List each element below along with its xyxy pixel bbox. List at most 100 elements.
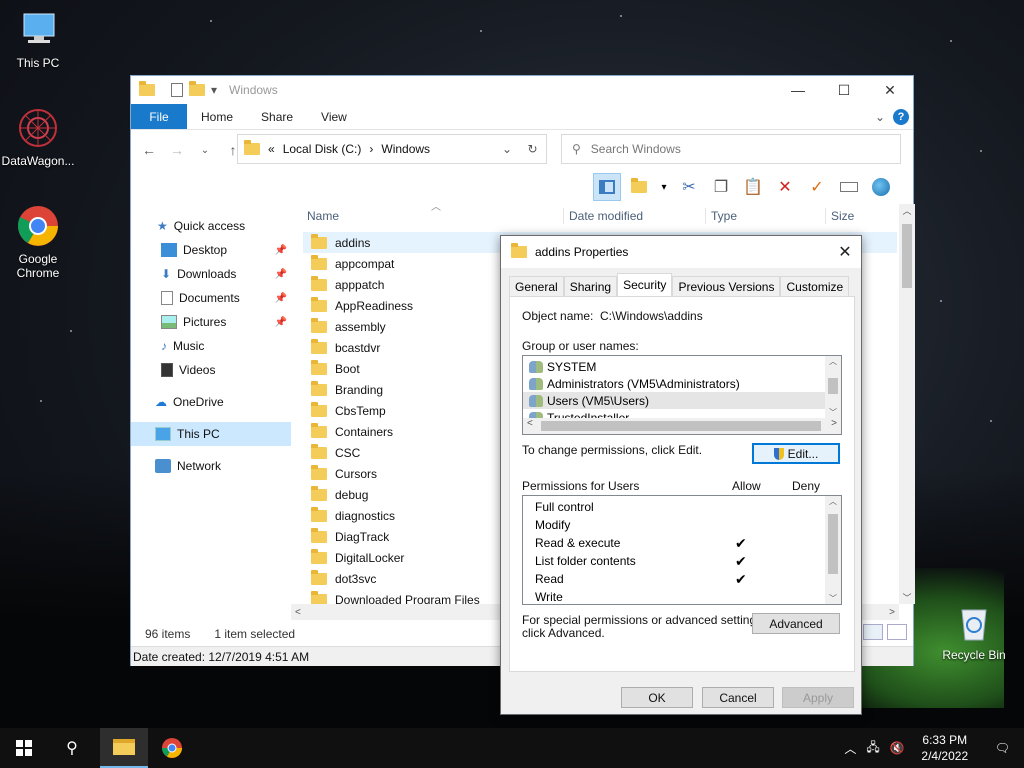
tab-previous-versions[interactable]: Previous Versions (672, 276, 781, 296)
tab-general[interactable]: General (509, 276, 564, 296)
forward-arrow-icon[interactable]: → (165, 142, 189, 158)
sidebar-item-quick-access[interactable]: ★ Quick access (131, 214, 291, 238)
tab-share[interactable]: Share (247, 104, 307, 129)
scroll-right-icon[interactable]: > (831, 418, 837, 434)
scroll-up-icon[interactable]: ︿ (899, 204, 915, 217)
desktop-icon-this-pc[interactable]: This PC (0, 8, 76, 70)
tab-customize[interactable]: Customize (780, 276, 850, 296)
group-list-hscroll[interactable]: < > (523, 418, 841, 434)
group-list-item[interactable]: SYSTEM (523, 358, 841, 375)
tab-home[interactable]: Home (187, 104, 247, 129)
breadcrumb-windows[interactable]: Windows (381, 142, 430, 156)
desktop-icon-recycle-bin[interactable]: Recycle Bin (936, 600, 1012, 662)
tab-file[interactable]: File (131, 104, 187, 129)
scrollbar-thumb[interactable] (902, 224, 912, 288)
copy-icon[interactable]: ❐ (707, 173, 735, 201)
customize-qa-icon[interactable]: ▾ (211, 83, 217, 97)
sidebar-item-downloads[interactable]: ⬇ Downloads 📌 (131, 262, 291, 286)
scrollbar-thumb[interactable] (541, 421, 821, 431)
pin-icon[interactable]: 📌 (275, 269, 287, 280)
sidebar-item-this-pc[interactable]: This PC (131, 422, 291, 446)
recent-locations-icon[interactable]: ⌄ (193, 145, 217, 156)
large-icons-view-icon[interactable] (887, 624, 907, 640)
search-button[interactable]: ⚲ (48, 728, 96, 768)
advanced-button[interactable]: Advanced (752, 613, 840, 634)
cut-icon[interactable]: ✂ (675, 173, 703, 201)
group-list-item[interactable]: Administrators (VM5\Administrators) (523, 375, 841, 392)
vertical-scrollbar[interactable]: ︿ ﹀ (899, 204, 915, 604)
show-hidden-icons-icon[interactable]: ︿ (844, 740, 856, 757)
maximize-button[interactable]: ☐ (821, 76, 867, 104)
sidebar-item-music[interactable]: ♪ Music (131, 334, 291, 358)
sidebar-item-onedrive[interactable]: ☁ OneDrive (131, 390, 291, 414)
dropdown-icon[interactable]: ▾ (657, 173, 671, 201)
properties-icon[interactable] (171, 83, 183, 97)
taskbar-file-explorer[interactable] (100, 728, 148, 768)
breadcrumb-local-disk[interactable]: Local Disk (C:) (283, 142, 362, 156)
pin-icon[interactable]: 📌 (275, 293, 287, 304)
folder-icon (311, 359, 327, 375)
minimize-button[interactable]: — (775, 76, 821, 104)
desktop-icon-google-chrome[interactable]: Google Chrome (0, 204, 76, 280)
column-header-name[interactable]: Name (307, 209, 339, 223)
permissions-vscroll[interactable]: ︿ ﹀ (825, 496, 841, 604)
scroll-left-icon[interactable]: < (295, 607, 301, 618)
new-folder-icon[interactable] (625, 173, 653, 201)
dialog-close-button[interactable]: ✕ (829, 236, 861, 268)
preview-pane-icon[interactable] (593, 173, 621, 201)
delete-icon[interactable]: ✕ (771, 173, 799, 201)
clock[interactable]: 6:33 PM 2/4/2022 (915, 732, 975, 764)
address-bar[interactable]: « Local Disk (C:) › Windows ⌄ (237, 134, 547, 164)
breadcrumb-overflow[interactable]: « (268, 142, 275, 156)
help-icon[interactable]: ? (893, 108, 909, 125)
cancel-button[interactable]: Cancel (702, 687, 774, 708)
column-header-type[interactable]: Type (711, 209, 737, 223)
sidebar-item-videos[interactable]: Videos (131, 358, 291, 382)
desktop-icon-datawagon[interactable]: DataWagon... (0, 106, 76, 168)
search-input[interactable]: ⚲ Search Windows (561, 134, 901, 164)
scroll-up-icon[interactable]: ︿ (825, 356, 841, 367)
tab-sharing[interactable]: Sharing (563, 276, 618, 296)
rename-icon[interactable] (835, 173, 863, 201)
ok-button[interactable]: OK (621, 687, 693, 708)
scroll-up-icon[interactable]: ︿ (825, 496, 841, 507)
sidebar-item-network[interactable]: Network (131, 454, 291, 478)
group-list-item[interactable]: Users (VM5\Users) (523, 392, 841, 409)
apply-button[interactable]: Apply (782, 687, 854, 708)
column-header-date-modified[interactable]: Date modified (569, 209, 643, 223)
back-arrow-icon[interactable]: ← (137, 142, 161, 158)
scroll-left-icon[interactable]: < (527, 418, 533, 434)
scroll-down-icon[interactable]: ﹀ (899, 591, 915, 604)
taskbar-chrome[interactable] (148, 728, 196, 768)
network-status-icon[interactable]: 🖧 (866, 738, 879, 759)
folder-icon (311, 548, 327, 564)
sidebar-item-documents[interactable]: Documents 📌 (131, 286, 291, 310)
notification-icon[interactable]: 🗨 (995, 741, 1010, 755)
close-button[interactable]: ✕ (867, 76, 913, 104)
scrollbar-thumb[interactable] (828, 378, 838, 394)
volume-muted-icon[interactable]: 🔇 (890, 741, 905, 755)
group-names-list[interactable]: SYSTEM Administrators (VM5\Administrators… (522, 355, 842, 435)
pin-icon[interactable]: 📌 (275, 317, 287, 328)
scrollbar-thumb[interactable] (828, 514, 838, 574)
start-button[interactable] (0, 728, 48, 768)
expand-ribbon-icon[interactable]: ⌄ (875, 110, 885, 124)
sidebar-item-desktop[interactable]: Desktop 📌 (131, 238, 291, 262)
tab-security[interactable]: Security (617, 273, 673, 296)
address-dropdown-icon[interactable]: ⌄ (502, 142, 512, 156)
edit-button[interactable]: Edit... (752, 443, 840, 464)
globe-icon[interactable] (867, 173, 895, 201)
refresh-button[interactable]: ↻ (519, 134, 547, 164)
pin-icon[interactable]: 📌 (275, 245, 287, 256)
scroll-down-icon[interactable]: ﹀ (825, 593, 841, 604)
paste-icon[interactable]: 📋 (739, 173, 767, 201)
checkmark-icon[interactable]: ✓ (803, 173, 831, 201)
scroll-down-icon[interactable]: ﹀ (825, 407, 841, 418)
tab-view[interactable]: View (307, 104, 361, 129)
new-folder-icon[interactable] (189, 81, 205, 96)
sidebar-item-pictures[interactable]: Pictures 📌 (131, 310, 291, 334)
details-view-icon[interactable] (863, 624, 883, 640)
column-header-size[interactable]: Size (831, 209, 854, 223)
group-list-vscroll[interactable]: ︿ ﹀ (825, 356, 841, 418)
scroll-right-icon[interactable]: > (889, 607, 895, 618)
